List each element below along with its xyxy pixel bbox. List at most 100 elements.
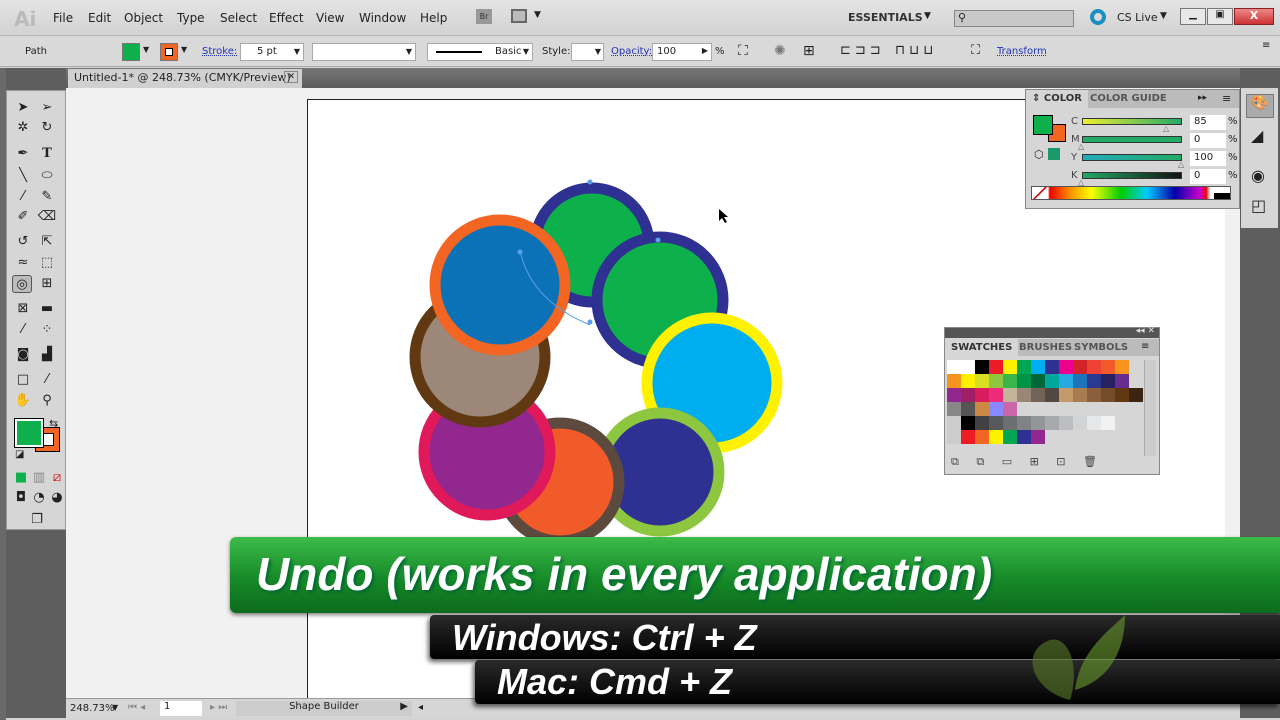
bright-swatch[interactable] <box>1017 430 1031 444</box>
swatch[interactable] <box>1045 360 1059 374</box>
swatch[interactable] <box>947 374 961 388</box>
tab-swatches[interactable]: SWATCHES <box>945 339 1019 357</box>
swatch-actions[interactable]: ⧉ ⧉ ▭ ⊞ ⊡ 🗑 <box>951 455 1097 469</box>
chevron-down-icon[interactable]: ▼ <box>112 703 118 712</box>
gray-swatch[interactable] <box>1059 416 1073 430</box>
bright-swatch[interactable] <box>1031 430 1045 444</box>
anchor-point[interactable] <box>517 249 523 255</box>
color-spectrum[interactable] <box>1031 186 1231 200</box>
swatch[interactable] <box>1115 360 1129 374</box>
swatch[interactable] <box>961 388 975 402</box>
swatch[interactable] <box>1017 388 1031 402</box>
panel-menu-icon[interactable]: ≡ <box>1222 92 1231 105</box>
fill-indicator[interactable] <box>1033 115 1053 135</box>
channel-slider[interactable] <box>1082 136 1182 143</box>
channel-value[interactable]: 100 <box>1190 151 1226 166</box>
swatch[interactable] <box>1003 374 1017 388</box>
anchor-point[interactable] <box>587 179 593 185</box>
slider-handle[interactable]: △ <box>1078 142 1084 151</box>
color-guide-panel-icon[interactable]: ◢ <box>1251 126 1263 145</box>
channel-value[interactable]: 0 <box>1190 169 1226 184</box>
swatch[interactable] <box>975 388 989 402</box>
panel-menu-icon[interactable]: ≡ <box>1141 341 1149 352</box>
bright-swatch[interactable] <box>961 430 975 444</box>
graphic-styles-panel-icon[interactable]: ◰ <box>1251 196 1266 215</box>
close-panel-icon[interactable]: ◂◂ ✕ <box>1136 326 1155 336</box>
anchor-point[interactable] <box>655 237 661 243</box>
pattern-swatch[interactable] <box>975 402 989 416</box>
swatch[interactable] <box>1059 374 1073 388</box>
swatch[interactable] <box>1073 374 1087 388</box>
slider-handle[interactable]: △ <box>1178 160 1184 169</box>
channel-value[interactable]: 85 <box>1190 115 1226 130</box>
zoom-level[interactable]: 248.73% <box>70 703 115 714</box>
none-swatch[interactable] <box>1032 187 1048 199</box>
gray-swatch[interactable] <box>1045 416 1059 430</box>
swatch[interactable] <box>1115 374 1129 388</box>
swatch[interactable] <box>1087 388 1101 402</box>
gray-swatch[interactable] <box>1017 416 1031 430</box>
swatch[interactable] <box>1045 388 1059 402</box>
gray-swatch[interactable] <box>975 416 989 430</box>
swatch[interactable] <box>947 360 961 374</box>
swatch[interactable] <box>1101 374 1115 388</box>
swatch[interactable] <box>1059 360 1073 374</box>
current-tool-display[interactable]: Shape Builder ▶ <box>236 701 412 716</box>
swatch[interactable] <box>1017 374 1031 388</box>
circle-shape[interactable] <box>429 214 571 356</box>
bright-swatch[interactable] <box>989 430 1003 444</box>
channel-value[interactable]: 0 <box>1190 133 1226 148</box>
swatch[interactable] <box>1031 374 1045 388</box>
swatch[interactable] <box>961 360 975 374</box>
appearance-panel-icon[interactable]: ◉ <box>1251 166 1265 185</box>
tab-color[interactable]: ⇕ COLOR <box>1026 90 1088 108</box>
bright-swatch[interactable] <box>1003 430 1017 444</box>
swatch[interactable] <box>947 388 961 402</box>
pattern-swatch[interactable] <box>989 402 1003 416</box>
swatch[interactable] <box>1115 388 1129 402</box>
scroll-left-icon[interactable]: ◂ <box>418 702 423 713</box>
swatch[interactable] <box>989 360 1003 374</box>
swatch[interactable] <box>1059 388 1073 402</box>
swatch[interactable] <box>975 360 989 374</box>
expand-icon[interactable]: ▸▸ <box>1198 93 1207 103</box>
bright-swatch[interactable] <box>975 430 989 444</box>
swatch[interactable] <box>1031 388 1045 402</box>
next-page-icon[interactable]: ▸ ⏭ <box>210 702 227 713</box>
channel-slider[interactable] <box>1082 172 1182 179</box>
gray-swatch[interactable] <box>961 416 975 430</box>
swatch[interactable] <box>1003 360 1017 374</box>
channel-slider[interactable] <box>1082 154 1182 161</box>
color-panel-icon[interactable]: 🎨 <box>1246 94 1274 118</box>
swatch[interactable] <box>1045 374 1059 388</box>
first-page-icon[interactable]: ⏮ ◂ <box>128 702 145 713</box>
anchor-point[interactable] <box>587 319 593 325</box>
swatch[interactable] <box>1031 360 1045 374</box>
swatch[interactable] <box>1101 360 1115 374</box>
swatch[interactable] <box>1017 360 1031 374</box>
scrollbar[interactable] <box>1144 360 1156 456</box>
swatch[interactable] <box>1087 360 1101 374</box>
swatch[interactable] <box>975 374 989 388</box>
gray-swatch[interactable] <box>989 416 1003 430</box>
pattern-swatch[interactable] <box>947 402 961 416</box>
swatch[interactable] <box>989 388 1003 402</box>
gray-swatch[interactable] <box>1003 416 1017 430</box>
gray-swatch[interactable] <box>1101 416 1115 430</box>
web-safe-swatch[interactable] <box>1048 148 1060 160</box>
tab-color-guide[interactable]: COLOR GUIDE <box>1084 90 1173 108</box>
swatch[interactable] <box>989 374 1003 388</box>
gray-swatch[interactable] <box>1087 416 1101 430</box>
tab-symbols[interactable]: SYMBOLS <box>1068 339 1134 357</box>
swatch[interactable] <box>1101 388 1115 402</box>
gray-swatch[interactable] <box>1073 416 1087 430</box>
swatch[interactable] <box>1087 374 1101 388</box>
pattern-swatch[interactable] <box>1003 402 1017 416</box>
slider-handle[interactable]: △ <box>1163 124 1169 133</box>
gray-swatch[interactable] <box>1031 416 1045 430</box>
swatch[interactable] <box>1073 360 1087 374</box>
swatch[interactable] <box>1073 388 1087 402</box>
swatch[interactable] <box>1003 388 1017 402</box>
pattern-swatch[interactable] <box>961 402 975 416</box>
swatch[interactable] <box>961 374 975 388</box>
